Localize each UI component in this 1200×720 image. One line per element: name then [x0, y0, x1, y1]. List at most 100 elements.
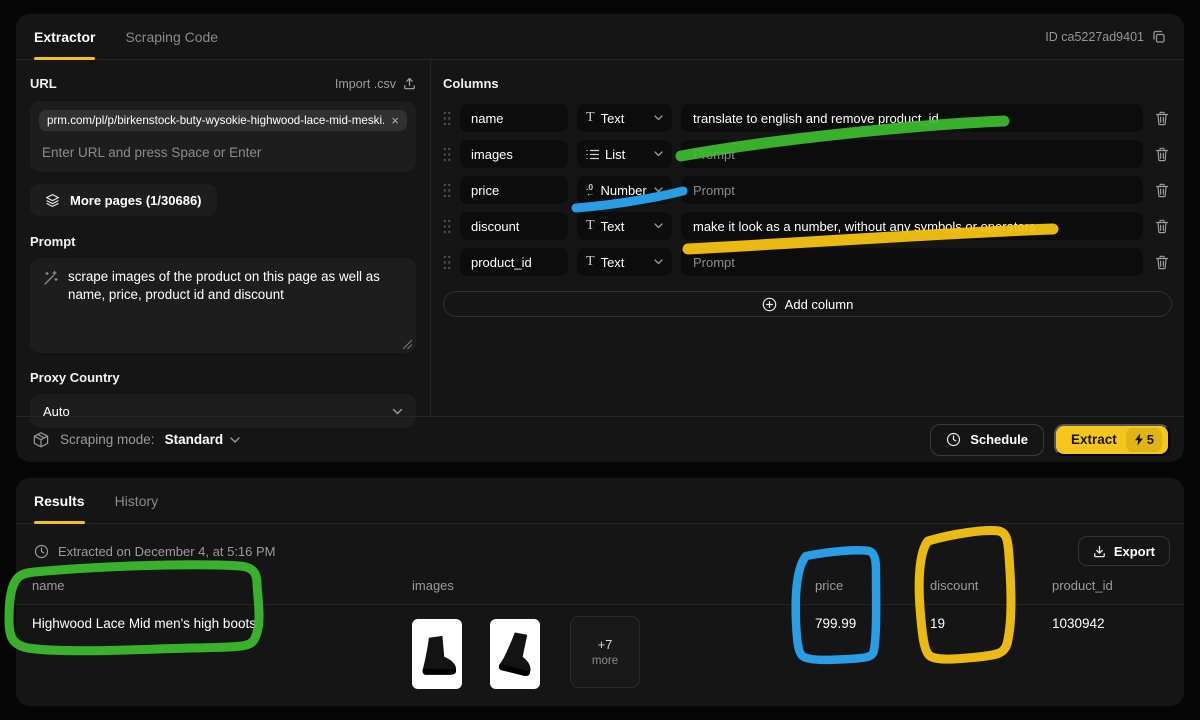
cell-name: Highwood Lace Mid men's high boots	[32, 616, 412, 631]
trash-icon[interactable]	[1152, 219, 1172, 234]
boot-image	[417, 626, 457, 682]
export-button[interactable]: Export	[1078, 536, 1170, 566]
credits-count: 5	[1147, 432, 1154, 447]
tab-extractor[interactable]: Extractor	[34, 14, 95, 59]
url-label: URL	[30, 76, 57, 91]
column-row: images List Prompt	[443, 140, 1172, 168]
layers-icon	[45, 193, 60, 208]
text-type-icon: T	[586, 110, 595, 126]
column-prompt-input[interactable]: translate to english and remove product_…	[681, 104, 1143, 132]
list-type-icon	[586, 149, 599, 160]
boot-image	[495, 626, 535, 682]
results-tabbar: Results History	[16, 478, 1184, 524]
chevron-down-icon	[654, 259, 663, 265]
header-name: name	[32, 578, 412, 593]
scraping-mode-label: Scraping mode:	[60, 432, 155, 447]
column-prompt-input[interactable]: make it look as a number, without any sy…	[681, 212, 1143, 240]
tab-scraping-code[interactable]: Scraping Code	[125, 14, 218, 59]
wand-icon	[42, 270, 58, 343]
more-pages-button[interactable]: More pages (1/30686)	[30, 184, 217, 216]
tab-history[interactable]: History	[115, 478, 159, 523]
proxy-country-label: Proxy Country	[30, 370, 416, 385]
drag-handle-icon[interactable]	[443, 183, 451, 198]
extractor-tabbar: Extractor Scraping Code ID ca5227ad9401	[16, 14, 1184, 60]
package-icon	[32, 431, 50, 449]
chevron-down-icon	[392, 408, 403, 415]
left-panel: URL Import .csv prm.com/pl/p/birkenstock…	[16, 60, 430, 416]
drag-handle-icon[interactable]	[443, 147, 451, 162]
chevron-down-icon	[654, 187, 663, 193]
column-name-input[interactable]: price	[460, 176, 568, 204]
chevron-down-icon	[654, 223, 663, 229]
drag-handle-icon[interactable]	[443, 111, 451, 126]
more-pages-label: More pages (1/30686)	[70, 193, 202, 208]
column-row: discount T Text make it look as a number…	[443, 212, 1172, 240]
schedule-label: Schedule	[970, 432, 1028, 447]
column-prompt-input[interactable]: Prompt	[681, 176, 1143, 204]
drag-handle-icon[interactable]	[443, 219, 451, 234]
column-name-input[interactable]: discount	[460, 212, 568, 240]
more-images-label: more	[592, 655, 618, 667]
schedule-button[interactable]: Schedule	[930, 424, 1044, 456]
scraping-mode-value: Standard	[165, 432, 224, 447]
results-table-header: name images price discount product_id	[16, 566, 1184, 605]
header-images: images	[412, 578, 815, 593]
column-row: name T Text translate to english and rem…	[443, 104, 1172, 132]
download-icon	[1093, 545, 1106, 558]
column-row: product_id T Text Prompt	[443, 248, 1172, 276]
results-card: Results History Extracted on December 4,…	[16, 478, 1184, 706]
scraping-mode-select[interactable]: Standard	[165, 432, 241, 447]
cell-images: +7 more	[412, 616, 815, 689]
text-type-icon: T	[586, 254, 595, 270]
trash-icon[interactable]	[1152, 183, 1172, 198]
extracted-text: Extracted on December 4, at 5:16 PM	[58, 544, 276, 559]
more-images-tile[interactable]: +7 more	[570, 616, 640, 688]
column-type-value: List	[605, 147, 625, 162]
plus-circle-icon	[762, 297, 777, 312]
chevron-down-icon	[654, 115, 663, 121]
url-chip[interactable]: prm.com/pl/p/birkenstock-buty-wysokie-hi…	[39, 110, 407, 131]
header-discount: discount	[930, 578, 1052, 593]
resize-handle[interactable]	[403, 340, 412, 349]
trash-icon[interactable]	[1152, 255, 1172, 270]
column-name-input[interactable]: name	[460, 104, 568, 132]
copy-icon[interactable]	[1152, 30, 1166, 44]
columns-label: Columns	[443, 76, 1172, 91]
product-image-thumb[interactable]	[490, 619, 540, 689]
header-product-id: product_id	[1052, 578, 1168, 593]
clock-icon	[34, 544, 49, 559]
column-type-value: Number	[601, 183, 647, 198]
prompt-textarea[interactable]: scrape images of the product on this pag…	[30, 258, 416, 353]
more-images-count: +7	[598, 637, 613, 652]
column-prompt-input[interactable]: Prompt	[681, 248, 1143, 276]
export-label: Export	[1114, 544, 1155, 559]
column-name-input[interactable]: images	[460, 140, 568, 168]
column-prompt-input[interactable]: Prompt	[681, 140, 1143, 168]
extract-button[interactable]: Extract 5	[1054, 424, 1170, 456]
drag-handle-icon[interactable]	[443, 255, 451, 270]
trash-icon[interactable]	[1152, 147, 1172, 162]
column-type-select[interactable]: T Text	[577, 104, 672, 132]
tab-results[interactable]: Results	[34, 478, 85, 523]
import-csv-button[interactable]: Import .csv	[335, 77, 416, 91]
chip-close-icon[interactable]: ×	[391, 114, 399, 127]
table-row: Highwood Lace Mid men's high boots +7	[16, 605, 1184, 689]
column-type-select[interactable]: T Text	[577, 248, 672, 276]
chevron-down-icon	[654, 151, 663, 157]
product-image-thumb[interactable]	[412, 619, 462, 689]
cell-price: 799.99	[815, 616, 930, 631]
column-type-select[interactable]: List	[577, 140, 672, 168]
column-name-input[interactable]: product_id	[460, 248, 568, 276]
url-placeholder: Enter URL and press Space or Enter	[42, 145, 404, 160]
column-type-select[interactable]: .0 ← Number	[577, 176, 672, 204]
trash-icon[interactable]	[1152, 111, 1172, 126]
credits-badge: 5	[1126, 428, 1162, 452]
cell-product-id: 1030942	[1052, 616, 1168, 631]
column-type-select[interactable]: T Text	[577, 212, 672, 240]
url-chip-text: prm.com/pl/p/birkenstock-buty-wysokie-hi…	[47, 114, 384, 127]
prompt-text: scrape images of the product on this pag…	[68, 268, 404, 343]
extractor-footer: Scraping mode: Standard Schedule Extract…	[16, 416, 1184, 462]
url-input[interactable]: prm.com/pl/p/birkenstock-buty-wysokie-hi…	[30, 101, 416, 172]
add-column-button[interactable]: Add column	[443, 291, 1172, 317]
add-column-label: Add column	[785, 297, 854, 312]
